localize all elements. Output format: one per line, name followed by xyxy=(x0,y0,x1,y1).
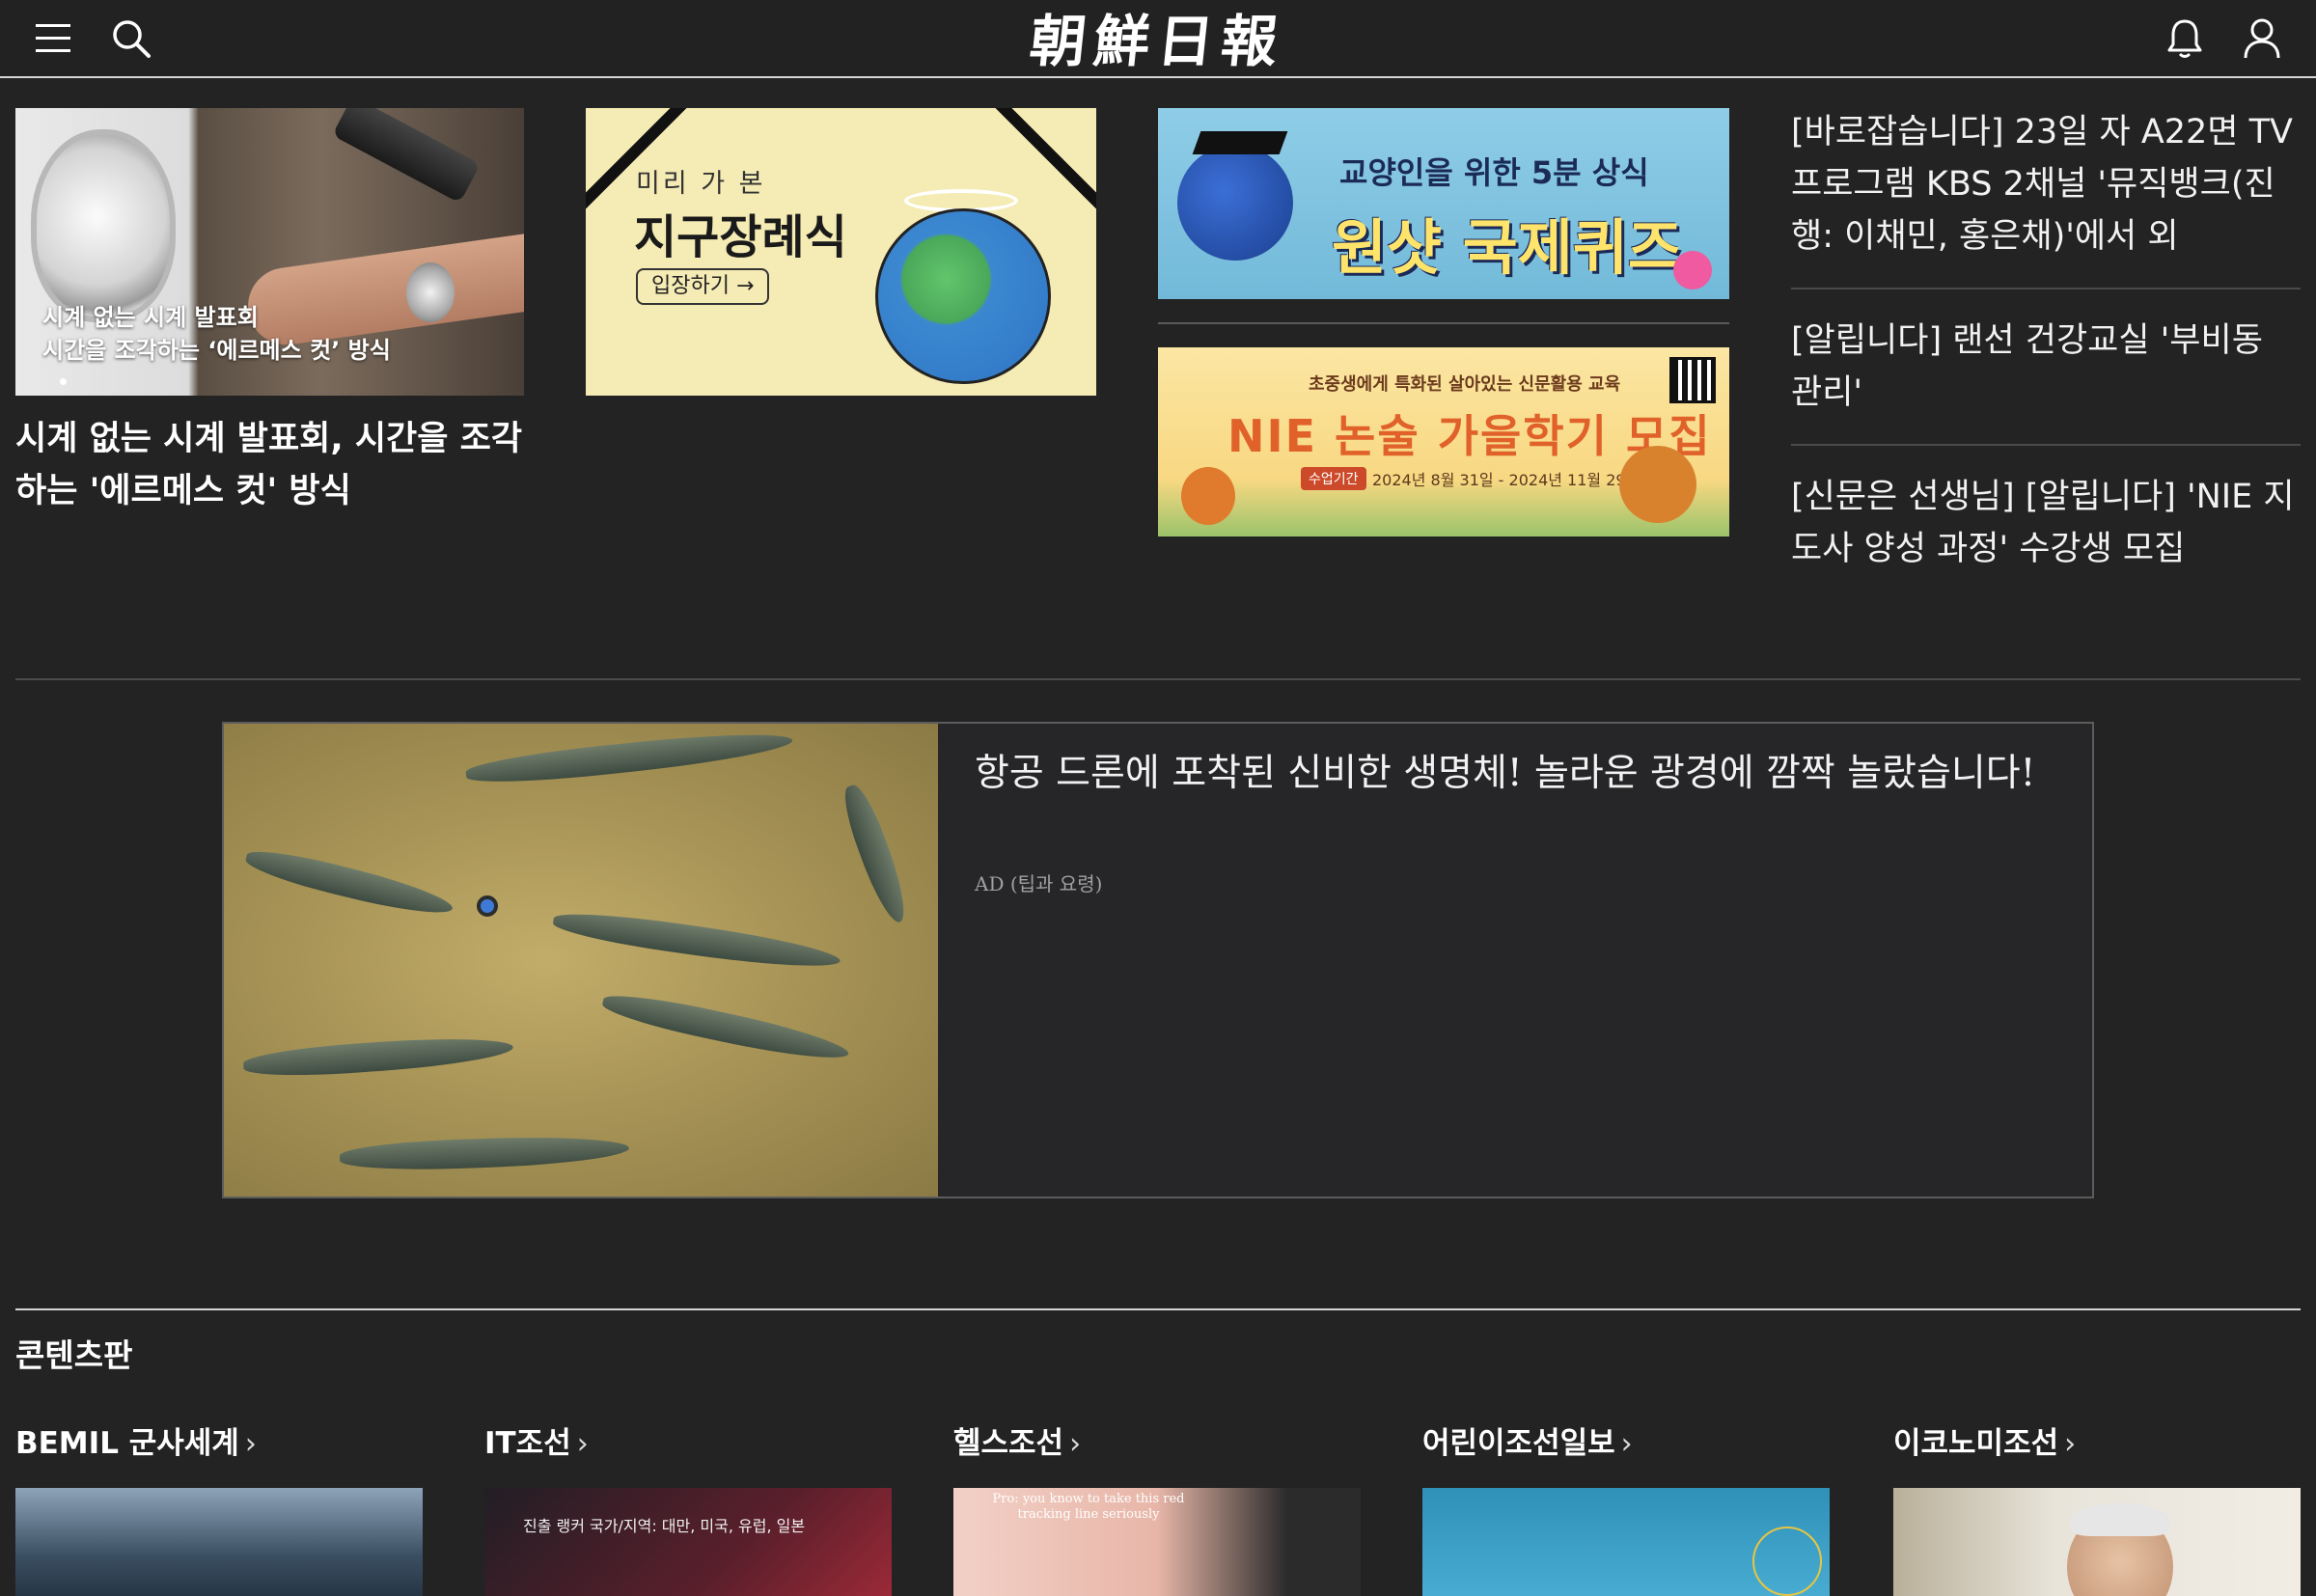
crocodile-graphic xyxy=(551,906,842,976)
ad-image[interactable] xyxy=(224,724,938,1197)
section-divider xyxy=(15,678,2301,680)
category-label: 헬스조선 xyxy=(953,1426,1064,1461)
notice-item[interactable]: [바로잡습니다] 23일 자 A22면 TV 프로그램 KBS 2채널 '뮤직뱅… xyxy=(1791,104,2301,289)
banner-divider xyxy=(1158,322,1729,324)
search-icon[interactable] xyxy=(106,14,156,64)
crocodile-graphic xyxy=(242,842,456,923)
earth-graphic xyxy=(875,208,1051,384)
decor-circle xyxy=(1673,251,1712,289)
slide-indicator xyxy=(60,378,67,385)
ad-source-label: AD (팁과 요령) xyxy=(975,872,1103,895)
category-link[interactable]: IT조선 › xyxy=(484,1418,892,1463)
earth-funeral-banner[interactable]: 미리 가 본 지구장례식 입장하기 → xyxy=(586,108,1096,396)
banner-title: 지구장례식 xyxy=(634,210,847,264)
category-kids-chosun: 어린이조선일보 › xyxy=(1422,1418,1830,1596)
banner-kicker: 미리 가 본 xyxy=(636,169,766,199)
category-thumbnail[interactable] xyxy=(1422,1488,1830,1596)
chevron-right-icon: › xyxy=(1069,1427,1082,1461)
user-icon[interactable] xyxy=(2237,14,2287,64)
feature-image[interactable]: 시계 없는 시계 발표회 시간을 조각하는 ‘에르메스 컷’ 방식 xyxy=(15,108,524,396)
hammer-graphic xyxy=(331,108,482,204)
caption-line-2: 시간을 조각하는 ‘에르메스 컷’ 방식 xyxy=(42,337,391,364)
watch-face-graphic xyxy=(31,129,176,322)
thumbnail-caption: 진출 랭커 국가/지역: 대만, 미국, 유럽, 일본 xyxy=(523,1517,806,1535)
chevron-right-icon: › xyxy=(576,1427,589,1461)
crocodile-graphic xyxy=(242,1032,514,1081)
crocodile-graphic xyxy=(837,781,914,927)
notice-item[interactable]: [신문은 선생님] [알립니다] 'NIE 지도사 양성 과정' 수강생 모집 xyxy=(1791,469,2301,600)
chevron-right-icon: › xyxy=(2064,1427,2077,1461)
nie-dates: 2024년 8월 31일 - 2024년 11월 29일 xyxy=(1372,471,1640,489)
category-link[interactable]: BEMIL 군사세계 › xyxy=(15,1418,423,1463)
portrait-hair-graphic xyxy=(2071,1503,2169,1536)
category-it-chosun: IT조선 › 진출 랭커 국가/지역: 대만, 미국, 유럽, 일본 xyxy=(484,1418,892,1596)
category-label: 이코노미조선 xyxy=(1893,1426,2059,1461)
nie-subtitle: 초중생에게 특화된 살아있는 신문활용 교육 xyxy=(1309,374,1621,395)
tree-graphic xyxy=(1181,467,1235,525)
bell-icon[interactable] xyxy=(2160,14,2210,64)
globe-graphic xyxy=(1177,145,1293,261)
quiz-subtitle: 교양인을 위한 5분 상식 xyxy=(1339,154,1649,191)
category-link[interactable]: 이코노미조선 › xyxy=(1893,1418,2301,1463)
swimmer-graphic xyxy=(477,895,498,917)
category-thumbnail[interactable]: 진출 랭커 국가/지역: 대만, 미국, 유럽, 일본 xyxy=(484,1488,892,1596)
caption-line-1: 시계 없는 시계 발표회 xyxy=(42,304,259,331)
category-link[interactable]: 헬스조선 › xyxy=(953,1418,1361,1463)
nie-banner[interactable]: 초중생에게 특화된 살아있는 신문활용 교육 NIE 논술 가을학기 모집 수업… xyxy=(1158,347,1729,537)
contents-section-title: 콘텐츠판 xyxy=(15,1336,133,1374)
feature-image-caption: 시계 없는 시계 발표회 시간을 조각하는 ‘에르메스 컷’ 방식 xyxy=(42,301,448,367)
category-thumbnail[interactable] xyxy=(1893,1488,2301,1596)
enter-button[interactable]: 입장하기 → xyxy=(636,268,770,305)
category-thumbnail[interactable] xyxy=(15,1488,423,1596)
page: 朝鮮日報 시계 없는 시계 발표회 시간을 조각하는 ‘에르메스 컷’ 방식 시… xyxy=(0,0,2316,1596)
notice-list: [바로잡습니다] 23일 자 A22면 TV 프로그램 KBS 2채널 '뮤직뱅… xyxy=(1791,104,2301,623)
notice-item[interactable]: [알립니다] 랜선 건강교실 '부비동 관리' xyxy=(1791,313,2301,446)
category-economy-chosun: 이코노미조선 › xyxy=(1893,1418,2301,1596)
graduation-cap-graphic xyxy=(1192,131,1288,154)
tree-graphic xyxy=(1619,446,1696,523)
world-quiz-banner[interactable]: 교양인을 위한 5분 상식 원샷 국제퀴즈 xyxy=(1158,108,1729,299)
category-health-chosun: 헬스조선 › Pro: you know to take this red tra… xyxy=(953,1418,1361,1596)
category-bemil: BEMIL 군사세계 › xyxy=(15,1418,423,1596)
category-link[interactable]: 어린이조선일보 › xyxy=(1422,1418,1830,1463)
category-label: IT조선 xyxy=(484,1426,571,1461)
quiz-title: 원샷 국제퀴즈 xyxy=(1332,212,1683,283)
site-logo[interactable]: 朝鮮日報 xyxy=(961,4,1354,74)
crocodile-graphic xyxy=(464,726,794,789)
category-thumbnail[interactable]: Pro: you know to take this red tracking … xyxy=(953,1488,1361,1596)
site-header: 朝鮮日報 xyxy=(0,0,2316,78)
ad-title[interactable]: 항공 드론에 포착된 신비한 생명체! 놀라운 광경에 깜짝 놀랐습니다! xyxy=(975,747,2075,801)
chevron-right-icon: › xyxy=(1620,1427,1633,1461)
crocodile-graphic xyxy=(599,987,852,1068)
section-divider xyxy=(15,1308,2301,1310)
menu-icon[interactable] xyxy=(29,14,79,64)
crocodile-graphic xyxy=(339,1133,630,1173)
nie-period-tag: 수업기간 xyxy=(1301,467,1366,490)
feature-headline[interactable]: 시계 없는 시계 발표회, 시간을 조각하는 '에르메스 컷' 방식 xyxy=(15,413,524,517)
chevron-right-icon: › xyxy=(244,1427,257,1461)
category-label: BEMIL 군사세계 xyxy=(15,1426,239,1461)
qr-code-icon xyxy=(1669,357,1716,403)
sponsored-ad[interactable]: 항공 드론에 포착된 신비한 생명체! 놀라운 광경에 깜짝 놀랐습니다! AD… xyxy=(222,722,2094,1198)
thumbnail-caption: Pro: you know to take this red tracking … xyxy=(992,1492,1185,1522)
category-label: 어린이조선일보 xyxy=(1422,1426,1615,1461)
ring-graphic xyxy=(1752,1527,1822,1596)
